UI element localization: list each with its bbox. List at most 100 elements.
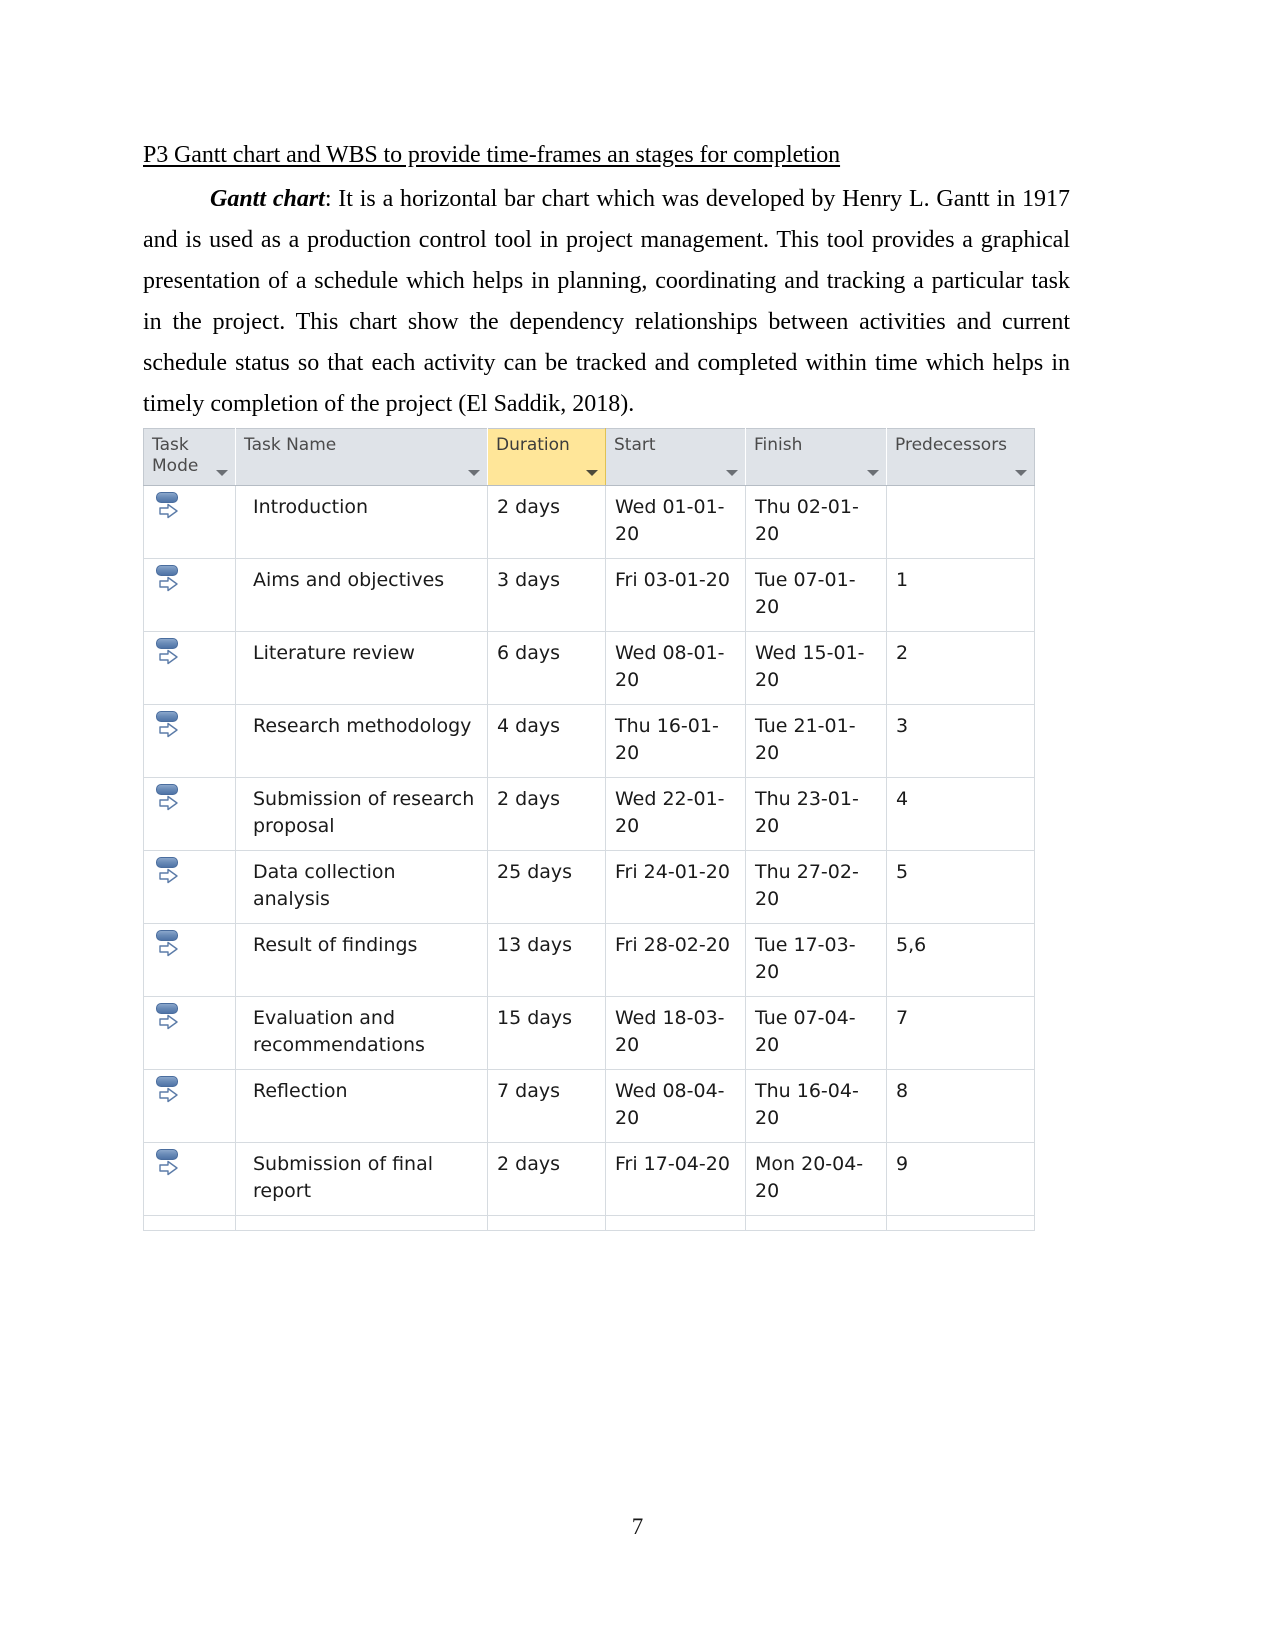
- cell-finish[interactable]: Tue 17-03-20: [745, 923, 887, 997]
- cell-predecessors[interactable]: 2: [886, 631, 1035, 705]
- cell-predecessors[interactable]: 4: [886, 777, 1035, 851]
- cell-finish[interactable]: Tue 07-04-20: [745, 996, 887, 1070]
- table-header-row: Task Mode Task Name Duration Start Finis…: [143, 428, 1035, 486]
- cell-task-mode[interactable]: [143, 923, 236, 997]
- cell-duration[interactable]: 4 days: [487, 704, 606, 778]
- table-row[interactable]: Submission of research proposal 2 days Wed…: [143, 777, 1035, 851]
- table-row[interactable]: Evaluation and recommendations 15 days Wed…: [143, 996, 1035, 1070]
- cell-duration[interactable]: 15 days: [487, 996, 606, 1070]
- cell-task-mode[interactable]: [143, 485, 236, 559]
- table-row[interactable]: Result of findings 13 days Fri 28-02-20 Tue…: [143, 923, 1035, 997]
- cell-task-name[interactable]: Evaluation and recommendations: [235, 996, 488, 1070]
- table-row[interactable]: Data collection analysis 25 days Fri 24-01…: [143, 850, 1035, 924]
- cell-start[interactable]: Wed 01-01-20: [605, 485, 746, 559]
- cell-empty: [745, 1215, 887, 1231]
- cell-task-name[interactable]: Literature review: [235, 631, 488, 705]
- cell-start[interactable]: Wed 18-03-20: [605, 996, 746, 1070]
- cell-task-mode[interactable]: [143, 1142, 236, 1216]
- column-header-predecessors[interactable]: Predecessors: [886, 428, 1035, 486]
- cell-duration[interactable]: 13 days: [487, 923, 606, 997]
- cell-finish[interactable]: Tue 07-01-20: [745, 558, 887, 632]
- cell-predecessors[interactable]: 3: [886, 704, 1035, 778]
- page-number: 7: [631, 1514, 644, 1539]
- cell-start[interactable]: Thu 16-01-20: [605, 704, 746, 778]
- task-table: Task Mode Task Name Duration Start Finis…: [143, 428, 1035, 1231]
- cell-task-mode[interactable]: [143, 777, 236, 851]
- cell-start[interactable]: Fri 24-01-20: [605, 850, 746, 924]
- cell-finish[interactable]: Mon 20-04-20: [745, 1142, 887, 1216]
- auto-scheduled-icon: [156, 711, 182, 741]
- cell-task-name[interactable]: Result of findings: [235, 923, 488, 997]
- cell-finish[interactable]: Thu 23-01-20: [745, 777, 887, 851]
- filter-dropdown-icon-start[interactable]: [726, 470, 738, 476]
- cell-predecessors[interactable]: 5: [886, 850, 1035, 924]
- cell-start[interactable]: Fri 28-02-20: [605, 923, 746, 997]
- table-row[interactable]: Literature review 6 days Wed 08-01-20 Wed 1…: [143, 631, 1035, 705]
- table-row[interactable]: Aims and objectives 3 days Fri 03-01-20 Tue…: [143, 558, 1035, 632]
- cell-duration[interactable]: 2 days: [487, 1142, 606, 1216]
- cell-start[interactable]: Wed 22-01-20: [605, 777, 746, 851]
- cell-task-name[interactable]: Aims and objectives: [235, 558, 488, 632]
- cell-finish[interactable]: Wed 15-01-20: [745, 631, 887, 705]
- filter-dropdown-icon-duration[interactable]: [586, 470, 598, 476]
- filter-dropdown-icon-task-name[interactable]: [468, 470, 480, 476]
- cell-predecessors[interactable]: 9: [886, 1142, 1035, 1216]
- column-header-start[interactable]: Start: [605, 428, 746, 486]
- cell-duration[interactable]: 7 days: [487, 1069, 606, 1143]
- auto-scheduled-icon: [156, 565, 182, 595]
- cell-finish[interactable]: Thu 02-01-20: [745, 485, 887, 559]
- auto-scheduled-bar: [156, 1003, 178, 1014]
- filter-dropdown-icon-predecessors[interactable]: [1015, 470, 1027, 476]
- cell-empty: [235, 1215, 488, 1231]
- column-header-task-mode[interactable]: Task Mode: [143, 428, 236, 486]
- cell-task-name[interactable]: Submission of final report: [235, 1142, 488, 1216]
- cell-task-mode[interactable]: [143, 631, 236, 705]
- column-header-duration[interactable]: Duration: [487, 428, 606, 486]
- cell-duration[interactable]: 2 days: [487, 777, 606, 851]
- auto-scheduled-arrow: [159, 722, 178, 738]
- auto-scheduled-arrow: [159, 1160, 178, 1176]
- cell-start[interactable]: Wed 08-01-20: [605, 631, 746, 705]
- auto-scheduled-arrow: [159, 941, 178, 957]
- cell-predecessors[interactable]: 8: [886, 1069, 1035, 1143]
- cell-finish[interactable]: Thu 16-04-20: [745, 1069, 887, 1143]
- auto-scheduled-bar: [156, 711, 178, 722]
- column-header-task-name[interactable]: Task Name: [235, 428, 488, 486]
- table-row[interactable]: Introduction 2 days Wed 01-01-20 Thu 02-01-…: [143, 485, 1035, 559]
- cell-predecessors[interactable]: 5,6: [886, 923, 1035, 997]
- cell-predecessors[interactable]: [886, 485, 1035, 559]
- cell-task-mode[interactable]: [143, 996, 236, 1070]
- cell-duration[interactable]: 2 days: [487, 485, 606, 559]
- cell-start[interactable]: Fri 03-01-20: [605, 558, 746, 632]
- cell-task-name[interactable]: Introduction: [235, 485, 488, 559]
- cell-predecessors[interactable]: 7: [886, 996, 1035, 1070]
- cell-duration[interactable]: 25 days: [487, 850, 606, 924]
- cell-finish[interactable]: Thu 27-02-20: [745, 850, 887, 924]
- document-text-block: P3 Gantt chart and WBS to provide time-f…: [143, 138, 1070, 425]
- cell-task-name[interactable]: Submission of research proposal: [235, 777, 488, 851]
- filter-dropdown-icon-finish[interactable]: [867, 470, 879, 476]
- auto-scheduled-arrow: [159, 649, 178, 665]
- cell-task-mode[interactable]: [143, 704, 236, 778]
- cell-task-name[interactable]: Research methodology: [235, 704, 488, 778]
- table-row[interactable]: Reflection 7 days Wed 08-04-20 Thu 16-04-20…: [143, 1069, 1035, 1143]
- table-row[interactable]: Research methodology 4 days Thu 16-01-20 Tu…: [143, 704, 1035, 778]
- cell-start[interactable]: Fri 17-04-20: [605, 1142, 746, 1216]
- table-row[interactable]: Submission of final report 2 days Fri 17-0…: [143, 1142, 1035, 1216]
- auto-scheduled-icon: [156, 492, 182, 522]
- cell-start[interactable]: Wed 08-04-20: [605, 1069, 746, 1143]
- cell-predecessors[interactable]: 1: [886, 558, 1035, 632]
- cell-finish[interactable]: Tue 21-01-20: [745, 704, 887, 778]
- auto-scheduled-icon: [156, 1076, 182, 1106]
- cell-task-name[interactable]: Reflection: [235, 1069, 488, 1143]
- auto-scheduled-icon: [156, 784, 182, 814]
- cell-task-mode[interactable]: [143, 558, 236, 632]
- cell-task-mode[interactable]: [143, 850, 236, 924]
- cell-duration[interactable]: 3 days: [487, 558, 606, 632]
- cell-task-name[interactable]: Data collection analysis: [235, 850, 488, 924]
- cell-task-mode[interactable]: [143, 1069, 236, 1143]
- auto-scheduled-bar: [156, 784, 178, 795]
- filter-dropdown-icon-task-mode[interactable]: [216, 470, 228, 476]
- column-header-finish[interactable]: Finish: [745, 428, 887, 486]
- cell-duration[interactable]: 6 days: [487, 631, 606, 705]
